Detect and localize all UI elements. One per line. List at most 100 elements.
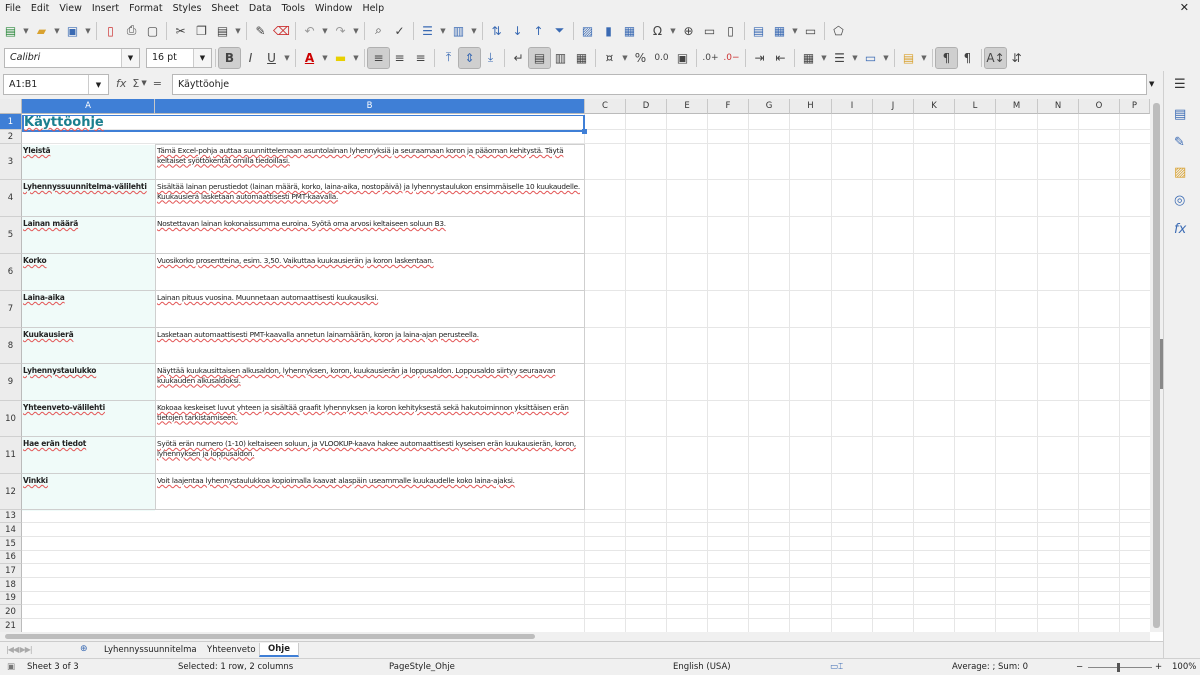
copy-icon[interactable]: ❐ <box>191 21 212 41</box>
zoom-slider-knob[interactable] <box>1117 663 1120 672</box>
label-cell[interactable]: Korko <box>22 254 155 291</box>
text-direction-rtl-icon[interactable]: ¶ <box>957 48 978 68</box>
sidebar-menu-icon[interactable]: ☰ <box>1174 77 1186 92</box>
split-window-icon[interactable]: ▭ <box>800 21 821 41</box>
column-header[interactable]: D <box>626 99 667 114</box>
chevron-down-icon[interactable]: ▼ <box>351 21 361 41</box>
label-cell[interactable]: Lyhennystaulukko <box>22 364 155 401</box>
menu-edit[interactable]: Edit <box>26 3 54 14</box>
border-style-icon[interactable]: ☰ <box>829 48 850 68</box>
properties-icon[interactable]: ▤ <box>1174 107 1186 122</box>
close-document-icon[interactable]: ✕ <box>1175 1 1194 14</box>
wrap-text-icon[interactable]: ↵ <box>508 48 529 68</box>
styles-icon[interactable]: ✎ <box>1174 135 1185 150</box>
chevron-down-icon[interactable]: ▼ <box>469 21 479 41</box>
chevron-down-icon[interactable]: ▼ <box>88 75 108 94</box>
chevron-down-icon[interactable]: ▼ <box>52 21 62 41</box>
row-icon[interactable]: ☰ <box>417 21 438 41</box>
column-header[interactable]: P <box>1120 99 1150 114</box>
merge-cells-icon[interactable]: ▥ <box>550 48 571 68</box>
italic-button[interactable]: I <box>240 48 261 68</box>
title-cell[interactable]: Käyttöohje <box>22 115 585 132</box>
label-cell[interactable]: Hae erän tiedot <box>22 437 155 474</box>
row-header[interactable]: 16 <box>0 551 22 564</box>
row-header[interactable]: 8 <box>0 328 22 364</box>
delete-decimal-icon[interactable]: .0− <box>721 48 742 68</box>
row-header[interactable]: 15 <box>0 537 22 551</box>
chevron-down-icon[interactable]: ▼ <box>21 21 31 41</box>
font-size-combo[interactable]: 16 pt ▼ <box>146 47 212 68</box>
find-replace-icon[interactable]: ⌕ <box>368 21 389 41</box>
menu-data[interactable]: Data <box>244 3 277 14</box>
menu-file[interactable]: File <box>0 3 26 14</box>
special-character-icon[interactable]: Ω <box>647 21 668 41</box>
chevron-down-icon[interactable]: ▼ <box>233 21 243 41</box>
label-cell[interactable]: Kuukausierä <box>22 328 155 364</box>
row-header[interactable]: 7 <box>0 291 22 328</box>
menu-window[interactable]: Window <box>310 3 357 14</box>
number-format-button[interactable]: 0.0 <box>651 48 672 68</box>
column-header[interactable]: A <box>22 99 155 114</box>
column-header[interactable]: K <box>914 99 955 114</box>
print-icon[interactable]: ⎙ <box>121 21 142 41</box>
row-header[interactable]: 10 <box>0 401 22 437</box>
column-header[interactable]: F <box>708 99 749 114</box>
chevron-down-icon[interactable]: ▼ <box>320 48 330 68</box>
spelling-icon[interactable]: ✓ <box>389 21 410 41</box>
expand-formula-bar-icon[interactable]: ▼ <box>1149 80 1154 88</box>
menu-help[interactable]: Help <box>357 3 389 14</box>
text-orientation-icon[interactable]: A↕ <box>984 46 1007 69</box>
highlight-color-icon[interactable]: ▬ <box>330 48 351 68</box>
selection-fill-handle[interactable] <box>582 129 587 134</box>
tab-navigation-icon[interactable]: |◀◀ ▶▶| <box>6 645 33 654</box>
label-cell[interactable]: Lyhennyssuunnitelma-välilehti <box>22 180 155 217</box>
new-document-icon[interactable]: ▤ <box>0 21 21 41</box>
row-header[interactable]: 20 <box>0 605 22 619</box>
add-decimal-icon[interactable]: .0+ <box>700 48 721 68</box>
chevron-down-icon[interactable]: ▼ <box>790 21 800 41</box>
row-header[interactable]: 19 <box>0 592 22 605</box>
font-name-combo[interactable]: Calibri ▼ <box>4 47 140 68</box>
tab-yhteenveto[interactable]: Yhteenveto <box>199 643 264 657</box>
align-left-icon[interactable]: ≡ <box>367 46 390 69</box>
row-header[interactable]: 12 <box>0 474 22 510</box>
label-cell[interactable]: Yleistä <box>22 144 155 180</box>
chevron-down-icon[interactable]: ▼ <box>351 48 361 68</box>
increase-indent-icon[interactable]: ⇥ <box>749 48 770 68</box>
chevron-down-icon[interactable]: ▼ <box>193 48 211 67</box>
center-vertically-icon[interactable]: ⇕ <box>458 46 481 69</box>
text-direction-ltr-icon[interactable]: ¶ <box>935 46 958 69</box>
cut-icon[interactable]: ✂ <box>170 21 191 41</box>
borders-icon[interactable]: ▦ <box>798 48 819 68</box>
chevron-down-icon[interactable]: ▼ <box>121 48 139 67</box>
row-header[interactable]: 5 <box>0 217 22 254</box>
navigator-icon[interactable]: ◎ <box>1174 193 1185 208</box>
chevron-down-icon[interactable]: ▼ <box>819 48 829 68</box>
clone-formatting-icon[interactable]: ✎ <box>250 21 271 41</box>
label-cell[interactable]: Vinkki <box>22 474 155 510</box>
row-header[interactable]: 2 <box>0 130 22 144</box>
description-cell[interactable]: Sisältää lainan perustiedot (lainan määr… <box>155 180 585 217</box>
column-icon[interactable]: ▥ <box>448 21 469 41</box>
description-cell[interactable]: Nostettavan lainan kokonaissumma euroina… <box>155 217 585 254</box>
clear-formatting-icon[interactable]: ⌫ <box>271 21 292 41</box>
column-header[interactable]: B <box>155 99 585 114</box>
chevron-down-icon[interactable]: ▼ <box>83 21 93 41</box>
chevron-down-icon[interactable]: ▼ <box>850 48 860 68</box>
description-cell[interactable]: Lasketaan automaattisesti PMT-kaavalla a… <box>155 328 585 364</box>
row-header[interactable]: 9 <box>0 364 22 401</box>
percent-format-button[interactable]: % <box>630 48 651 68</box>
label-cell[interactable]: Lainan määrä <box>22 217 155 254</box>
insert-image-icon[interactable]: ▨ <box>577 21 598 41</box>
chevron-down-icon[interactable]: ▼ <box>919 48 929 68</box>
autofilter-icon[interactable]: ⏷ <box>549 21 570 41</box>
date-format-icon[interactable]: ▣ <box>672 48 693 68</box>
column-header[interactable]: M <box>996 99 1038 114</box>
vertical-scroll-thumb[interactable] <box>1153 103 1160 628</box>
row-header[interactable]: 4 <box>0 180 22 217</box>
menu-styles[interactable]: Styles <box>168 3 207 14</box>
align-center-icon[interactable]: ≡ <box>389 48 410 68</box>
menu-format[interactable]: Format <box>124 3 167 14</box>
description-cell[interactable]: Vuosikorko prosentteina, esim. 3,50. Vai… <box>155 254 585 291</box>
zoom-level[interactable]: 100% <box>1172 662 1196 672</box>
